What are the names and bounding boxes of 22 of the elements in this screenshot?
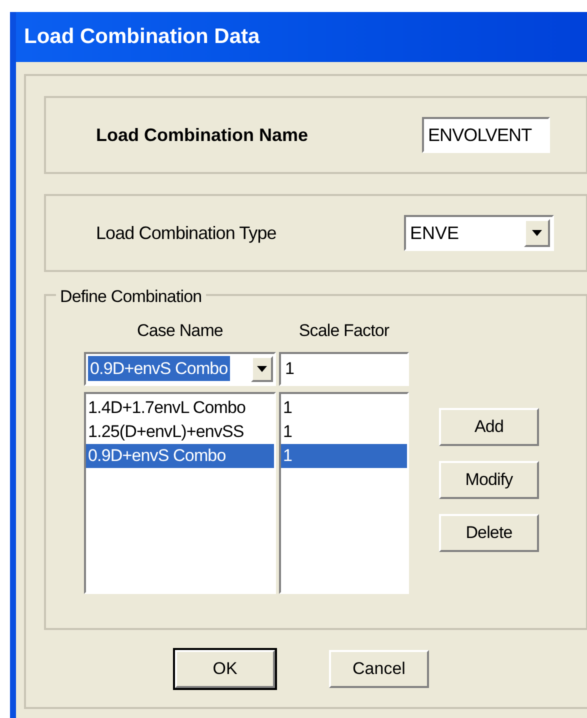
- window-title: Load Combination Data: [24, 24, 260, 50]
- list-item[interactable]: 1: [281, 396, 407, 420]
- list-item[interactable]: 1.4D+1.7envL Combo: [86, 396, 274, 420]
- action-button[interactable]: Delete: [439, 514, 539, 552]
- column-header: Scale Factor: [298, 320, 390, 342]
- caret-icon: [524, 219, 550, 247]
- type-label: Load Combination Type: [96, 222, 276, 245]
- type-dropdown[interactable]: ENVE: [404, 215, 554, 251]
- caret-icon: [251, 356, 273, 382]
- name-label: Load Combination Name: [96, 124, 308, 146]
- list-item[interactable]: 1: [281, 444, 407, 468]
- dialog-button[interactable]: Cancel: [329, 650, 429, 688]
- list-item[interactable]: 1.25(D+envL)+envSS: [86, 420, 274, 444]
- list-item[interactable]: 1: [281, 420, 407, 444]
- column-header: Case Name: [136, 320, 224, 342]
- dialog-button[interactable]: OK: [175, 650, 275, 688]
- name-field[interactable]: ENVOLVENT: [422, 117, 550, 153]
- action-button[interactable]: Modify: [439, 461, 539, 499]
- action-button[interactable]: Add: [439, 408, 539, 446]
- scale-factor-field[interactable]: 1: [279, 352, 409, 386]
- case-dropdown[interactable]: 0.9D+envS Combo: [84, 352, 276, 386]
- list-item[interactable]: 0.9D+envS Combo: [86, 444, 274, 468]
